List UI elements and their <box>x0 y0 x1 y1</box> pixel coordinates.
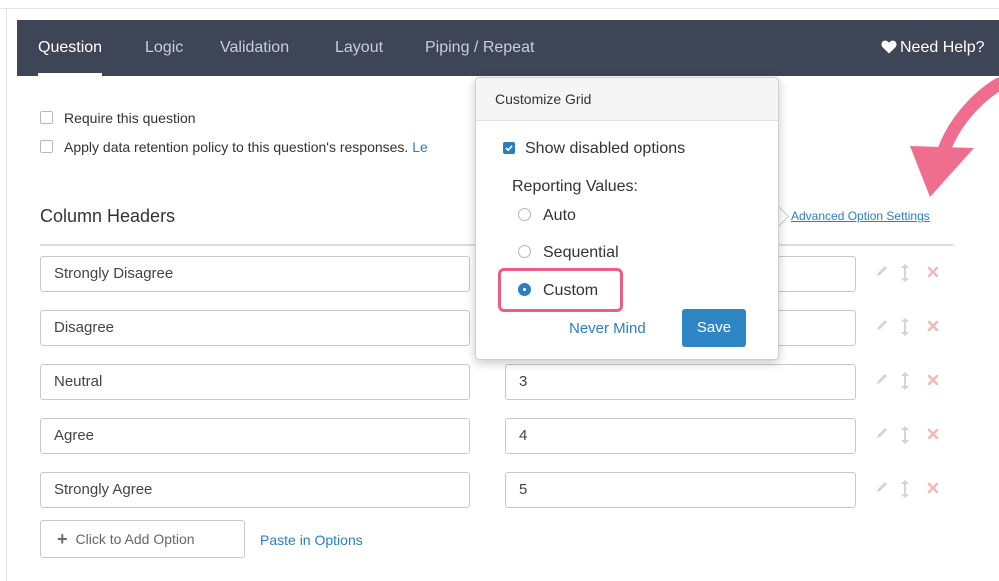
drag-handle-icon[interactable] <box>901 372 909 395</box>
plus-icon: + <box>57 529 68 549</box>
custom-highlight-box <box>498 268 623 312</box>
option-value-input[interactable]: 4 <box>505 418 856 454</box>
retention-policy-label: Apply data retention policy to this ques… <box>64 139 409 155</box>
option-value-input[interactable]: 5 <box>505 472 856 508</box>
option-label-input[interactable]: Agree <box>40 418 470 454</box>
tab-question[interactable]: Question <box>38 20 103 76</box>
drag-handle-icon[interactable] <box>901 318 909 341</box>
show-disabled-label: Show disabled options <box>525 140 686 157</box>
tab-piping-repeat[interactable]: Piping / Repeat <box>425 20 534 76</box>
pencil-icon[interactable] <box>875 318 889 337</box>
heart-icon <box>881 40 897 54</box>
add-option-label: Click to Add Option <box>75 531 195 547</box>
question-nav-bar: Question Logic Validation Layout Piping … <box>17 20 999 76</box>
show-disabled-checkbox[interactable] <box>503 142 515 154</box>
delete-x-icon[interactable] <box>927 373 939 391</box>
drag-handle-icon[interactable] <box>901 426 909 449</box>
delete-x-icon[interactable] <box>927 319 939 337</box>
option-label-input[interactable]: Disagree <box>40 310 470 346</box>
tab-logic[interactable]: Logic <box>145 20 183 76</box>
frame-top-border <box>0 8 999 9</box>
pencil-icon[interactable] <box>875 426 889 445</box>
pencil-icon[interactable] <box>875 264 889 283</box>
column-headers-title: Column Headers <box>40 206 176 226</box>
retention-policy-option[interactable]: Apply data retention policy to this ques… <box>40 139 428 155</box>
delete-x-icon[interactable] <box>927 427 939 445</box>
show-disabled-option[interactable]: Show disabled options <box>503 140 685 158</box>
require-question-option[interactable]: Require this question <box>40 110 196 126</box>
option-value-input[interactable]: 3 <box>505 364 856 400</box>
require-question-label: Require this question <box>64 110 196 126</box>
retention-policy-checkbox[interactable] <box>40 140 53 153</box>
reporting-values-label: Reporting Values: <box>512 178 638 195</box>
option-label-input[interactable]: Strongly Disagree <box>40 256 470 292</box>
require-question-checkbox[interactable] <box>40 111 53 124</box>
radio-button[interactable] <box>518 245 531 258</box>
option-label-input[interactable]: Neutral <box>40 364 470 400</box>
advanced-option-settings-link[interactable]: Advanced Option Settings <box>791 209 930 223</box>
need-help-label: Need Help? <box>900 39 985 56</box>
radio-label: Auto <box>543 207 576 224</box>
radio-button[interactable] <box>518 208 531 221</box>
radio-option-sequential[interactable]: Sequential <box>518 244 619 262</box>
paste-in-options-link[interactable]: Paste in Options <box>260 532 363 548</box>
retention-learn-link[interactable]: Le <box>412 139 428 155</box>
delete-x-icon[interactable] <box>927 481 939 499</box>
pencil-icon[interactable] <box>875 480 889 499</box>
save-button[interactable]: Save <box>682 309 746 347</box>
never-mind-button[interactable]: Never Mind <box>569 320 646 337</box>
delete-x-icon[interactable] <box>927 265 939 283</box>
drag-handle-icon[interactable] <box>901 480 909 503</box>
radio-option-auto[interactable]: Auto <box>518 207 576 225</box>
drag-handle-icon[interactable] <box>901 264 909 287</box>
pink-arrow-annotation <box>910 77 999 197</box>
option-label-input[interactable]: Strongly Agree <box>40 472 470 508</box>
need-help-link[interactable]: Need Help? <box>881 20 985 76</box>
tab-layout[interactable]: Layout <box>335 20 383 76</box>
tab-validation[interactable]: Validation <box>220 20 289 76</box>
popover-title: Customize Grid <box>476 78 778 121</box>
radio-label: Sequential <box>543 244 619 261</box>
pencil-icon[interactable] <box>875 372 889 391</box>
add-option-button[interactable]: + Click to Add Option <box>40 520 245 558</box>
frame-left-border <box>6 8 7 581</box>
